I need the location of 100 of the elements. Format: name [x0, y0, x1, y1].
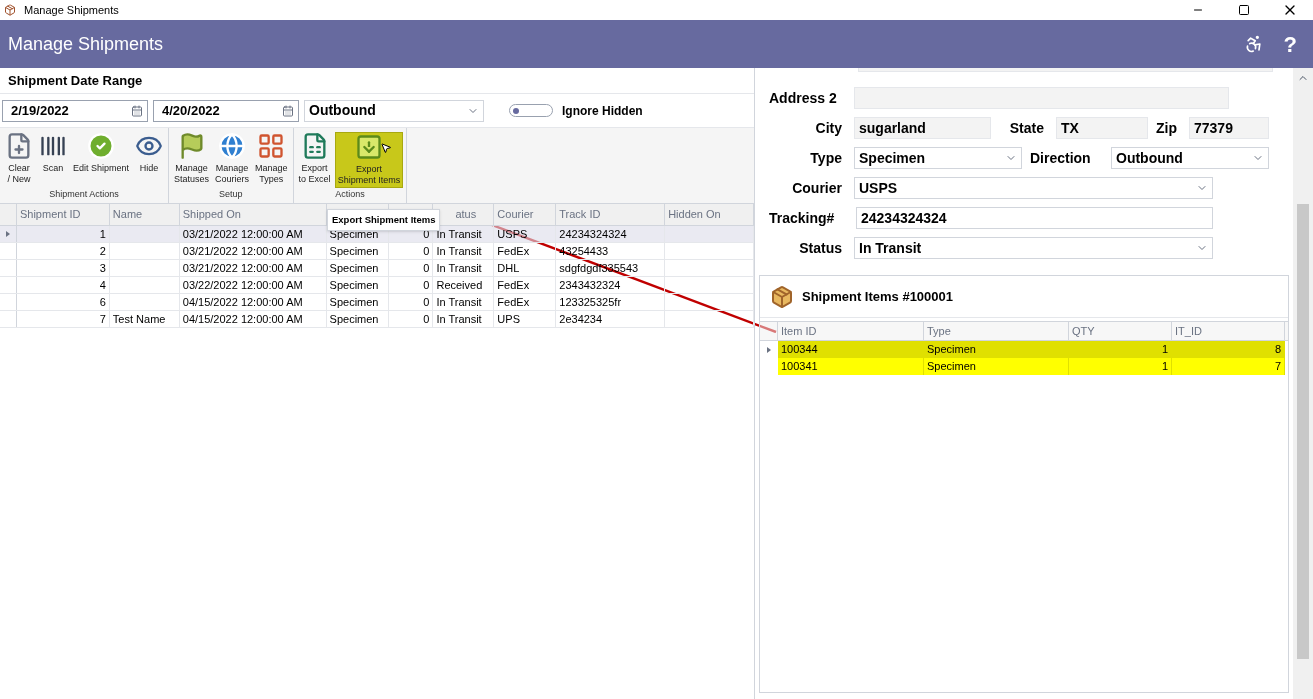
- table-cell-text: 7: [1274, 359, 1281, 375]
- ribbon-group-label: Setup: [218, 188, 244, 201]
- row-pointer-icon: [767, 346, 771, 353]
- field-label: Type: [809, 148, 843, 168]
- table-cell-text: 123325325fr: [559, 294, 622, 310]
- ribbon-group-label: Actions: [334, 188, 366, 201]
- table-cell-text: Specimen: [927, 342, 976, 358]
- ribbon-group-label: Shipment Actions: [48, 188, 120, 201]
- window-title: Manage Shipments: [24, 2, 119, 18]
- table-cell-text: 1: [99, 226, 106, 242]
- field-label: Tracking#: [769, 208, 836, 228]
- maximize-icon: [1238, 4, 1250, 16]
- table-cell-text: 8: [1274, 342, 1281, 358]
- help-button[interactable]: ?: [1283, 27, 1297, 61]
- ribbon-button[interactable]: Manage Types: [253, 132, 290, 188]
- date-picker[interactable]: 4/20/2022: [153, 99, 299, 122]
- table-cell-text: 0: [423, 243, 430, 259]
- table-cell-text: 3: [99, 260, 106, 276]
- person-icon[interactable]: [1243, 34, 1264, 54]
- direction-dropdown[interactable]: Outbound: [1111, 147, 1269, 169]
- column-header[interactable]: Item ID: [781, 322, 817, 340]
- state-field[interactable]: TX: [1056, 117, 1148, 139]
- table-cell-text: Specimen: [329, 311, 379, 327]
- table-cell-text: 2e34234: [559, 311, 603, 327]
- column-header[interactable]: Courier: [497, 206, 534, 223]
- ignore-hidden-toggle[interactable]: [509, 104, 553, 117]
- table-cell-text: 03/21/2022 12:00:00 AM: [182, 260, 303, 276]
- column-header[interactable]: Name: [112, 206, 143, 223]
- table-cell-text: 04/15/2022 12:00:00 AM: [182, 311, 303, 327]
- table-cell-text: 24234324324: [559, 226, 627, 242]
- row-pointer-icon: [6, 231, 10, 237]
- field-label: Status: [798, 238, 843, 258]
- column-header[interactable]: atus: [455, 206, 477, 223]
- ribbon-button[interactable]: Export to Excel: [296, 132, 333, 188]
- type-dropdown[interactable]: Specimen: [854, 147, 1022, 169]
- table-cell-text: FedEx: [497, 277, 530, 293]
- status-dropdown[interactable]: In Transit: [854, 237, 1213, 259]
- column-header[interactable]: IT_ID: [1175, 322, 1202, 340]
- table-cell-text: 100341: [781, 359, 818, 375]
- table-cell-text: 43254433: [559, 243, 609, 259]
- table-cell-text: FedEx: [497, 294, 530, 310]
- field-label: Courier: [791, 178, 843, 198]
- table-cell-text: 4: [99, 277, 106, 293]
- column-header[interactable]: Shipment ID: [19, 206, 81, 223]
- column-header[interactable]: Type: [927, 322, 951, 340]
- table-cell-text: Specimen: [927, 359, 976, 375]
- table-row[interactable]: 7 Test Name 04/15/2022 12:00:00 AM Specimen 0 In Transit UPS 2e34234: [0, 311, 754, 328]
- field-label: Address 2: [769, 88, 838, 108]
- field-label: Zip: [1155, 118, 1178, 138]
- table-cell-text: Received: [436, 277, 483, 293]
- calendar-icon: [131, 104, 143, 117]
- table-cell-text: 7: [99, 311, 106, 327]
- table-cell-text: 03/22/2022 12:00:00 AM: [182, 277, 303, 293]
- courier-dropdown[interactable]: USPS: [854, 177, 1213, 199]
- table-row[interactable]: 4 03/22/2022 12:00:00 AM Specimen 0 Received FedEx 2343432324: [0, 277, 754, 294]
- address-2-field[interactable]: [854, 87, 1229, 109]
- table-cell-text: 04/15/2022 12:00:00 AM: [182, 294, 303, 310]
- scrollbar[interactable]: [1293, 68, 1313, 699]
- column-header[interactable]: Shipped On: [182, 206, 241, 223]
- table-cell-text: 2343432324: [559, 277, 621, 293]
- city-field[interactable]: sugarland: [854, 117, 991, 139]
- field-label: Direction: [1029, 148, 1092, 168]
- table-row[interactable]: 2 03/21/2022 12:00:00 AM Specimen 0 In Transit FedEx 43254433: [0, 243, 754, 260]
- table-cell-text: In Transit: [436, 260, 482, 276]
- ribbon-button[interactable]: Manage Couriers: [213, 132, 252, 188]
- column-header[interactable]: Track ID: [559, 206, 601, 223]
- table-cell-text: 0: [423, 260, 430, 276]
- cursor-icon: [380, 142, 392, 154]
- table-cell-text: USPS: [497, 226, 528, 242]
- ribbon-button[interactable]: Edit Shipment: [71, 132, 132, 188]
- ribbon-button[interactable]: Manage Statuses: [172, 132, 212, 188]
- section-title: Shipment Date Range: [8, 71, 143, 90]
- column-header[interactable]: QTY: [1072, 322, 1095, 340]
- item-row[interactable]: 100344 Specimen 1 8: [760, 341, 1288, 358]
- field-label: State: [1008, 118, 1045, 138]
- table-row[interactable]: 6 04/15/2022 12:00:00 AM Specimen 0 In Transit FedEx 123325325fr: [0, 294, 754, 311]
- table-cell-text: 03/21/2022 12:00:00 AM: [182, 243, 303, 259]
- input-field[interactable]: [858, 68, 1273, 72]
- field-label: City: [814, 118, 843, 138]
- ribbon-button[interactable]: Hide: [133, 132, 166, 188]
- table-cell-text: In Transit: [436, 294, 482, 310]
- calendar-icon: [282, 104, 294, 117]
- table-cell-text: 0: [423, 311, 430, 327]
- panel-title: Shipment Items #100001: [802, 287, 954, 306]
- table-cell-text: Specimen: [329, 277, 379, 293]
- table-cell-text: Specimen: [329, 243, 379, 259]
- column-header[interactable]: Hidden On: [668, 206, 721, 223]
- date-picker[interactable]: 2/19/2022: [2, 99, 148, 122]
- ribbon-button[interactable]: Export Shipment Items: [334, 132, 404, 188]
- tracking-number-field[interactable]: 24234324324: [856, 207, 1213, 229]
- ribbon-button[interactable]: Scan: [37, 132, 69, 188]
- table-cell-text: In Transit: [436, 311, 482, 327]
- table-cell-text: 0: [423, 277, 430, 293]
- item-row[interactable]: 100341 Specimen 1 7: [760, 358, 1288, 375]
- grid-icon: [257, 132, 286, 160]
- direction-dropdown[interactable]: Outbound: [304, 99, 484, 122]
- table-cell-text: In Transit: [436, 243, 482, 259]
- zip-field[interactable]: 77379: [1189, 117, 1269, 139]
- table-cell-text: 1: [1161, 359, 1168, 375]
- ribbon-button[interactable]: Clear / New: [3, 132, 35, 188]
